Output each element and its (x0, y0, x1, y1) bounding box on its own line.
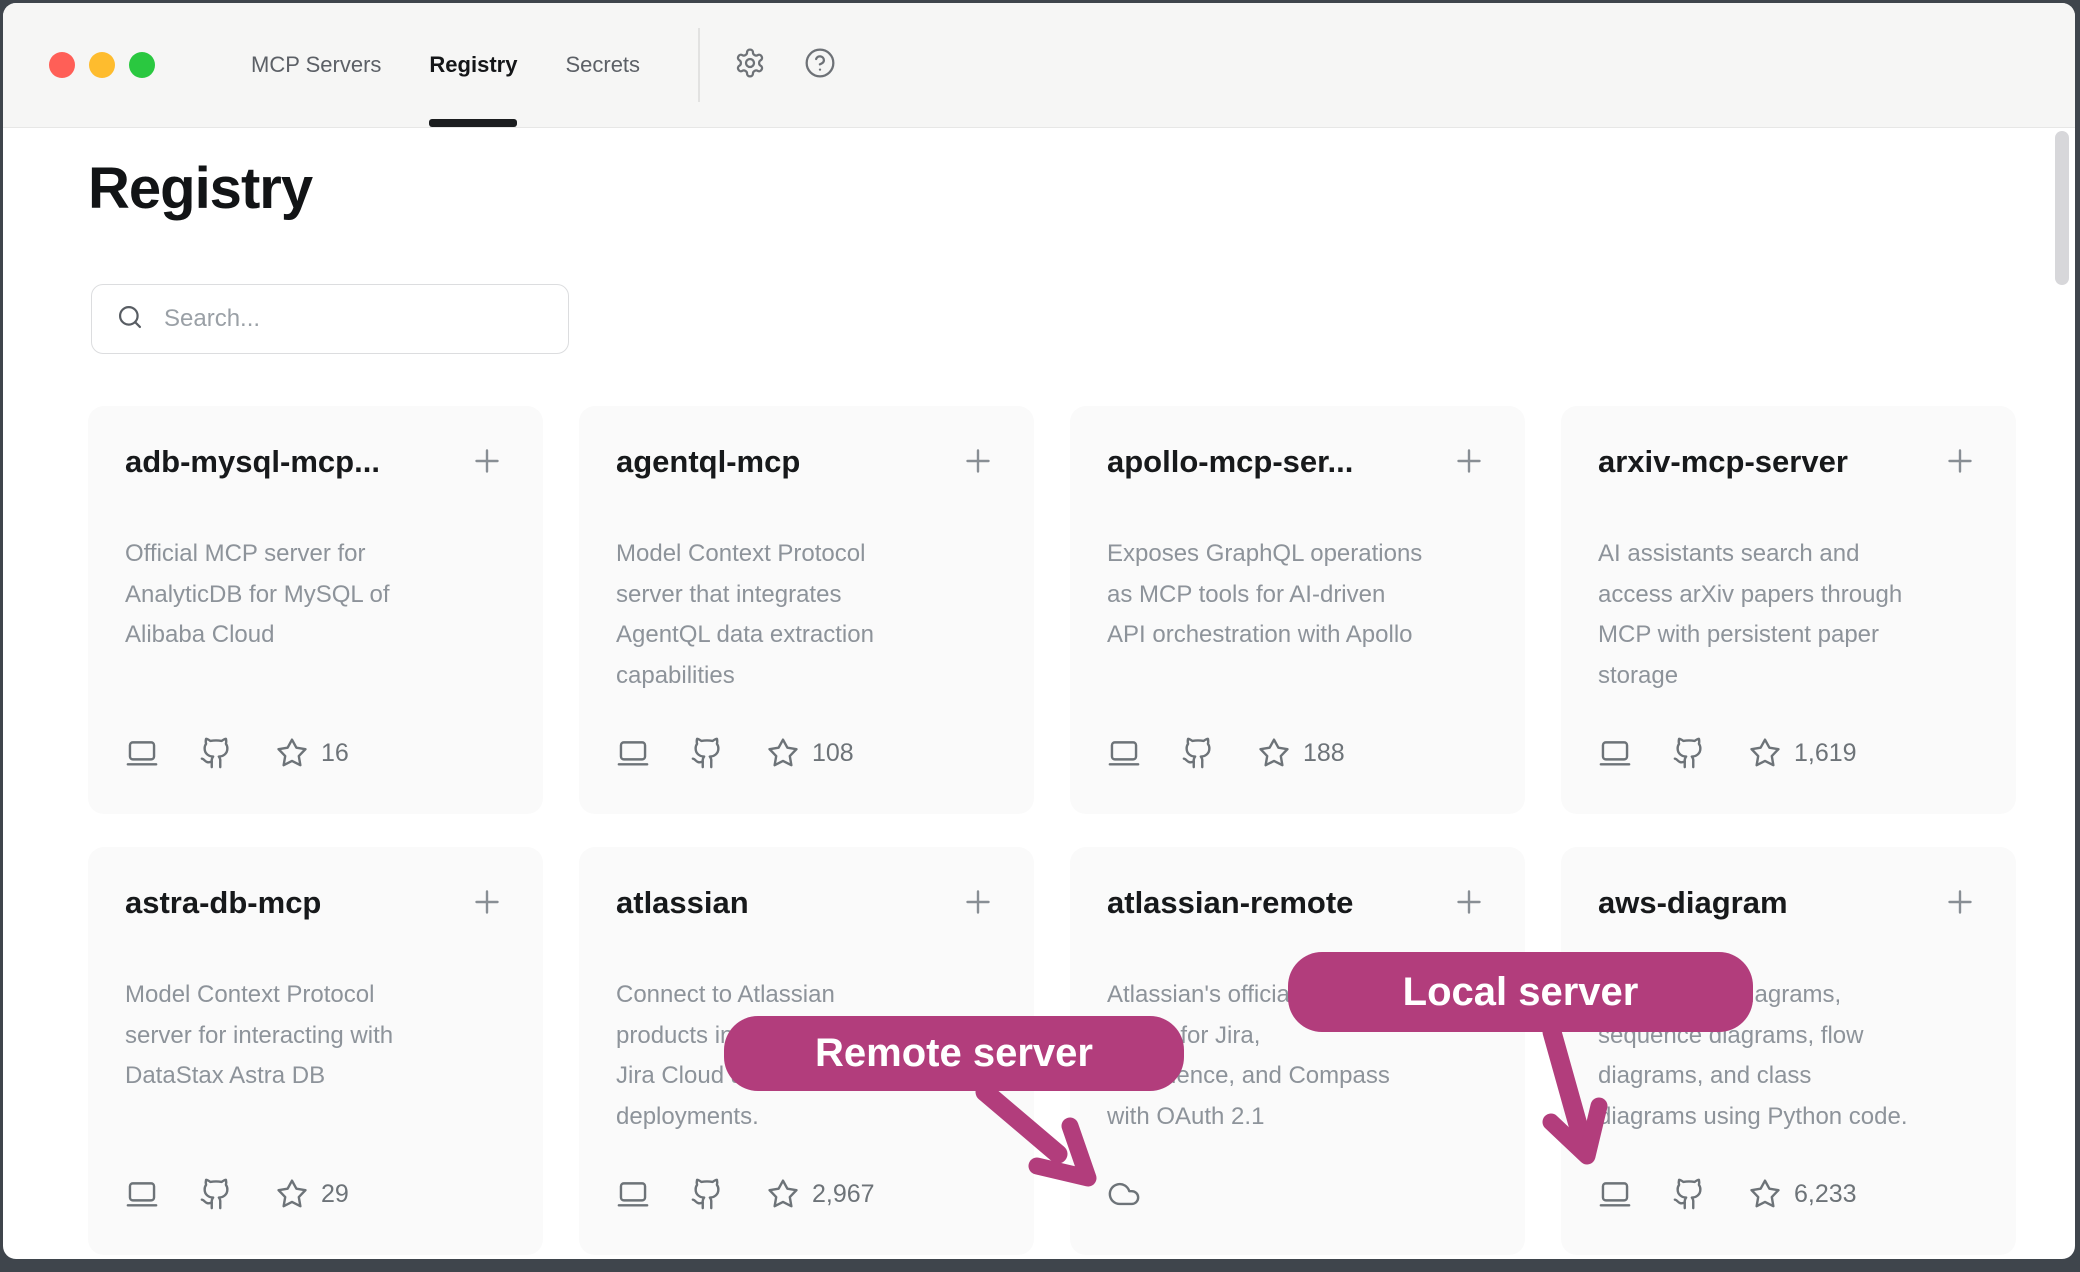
laptop-icon (1598, 1177, 1632, 1211)
server-description: AI assistants search and access arXiv pa… (1598, 534, 1979, 696)
plus-icon (1451, 884, 1487, 925)
laptop-icon (1598, 736, 1632, 770)
star-icon (766, 736, 800, 770)
star-count: 108 (812, 739, 854, 768)
server-card[interactable]: astra-db-mcp Model Context Protocol serv… (88, 847, 543, 1255)
server-name: agentql-mcp (616, 442, 800, 482)
star-icon (1748, 1177, 1782, 1211)
server-card[interactable]: arxiv-mcp-server AI assistants search an… (1561, 406, 2016, 814)
vertical-scrollbar[interactable] (2055, 131, 2069, 285)
add-server-button[interactable] (959, 885, 997, 923)
star-icon (1257, 736, 1291, 770)
server-card[interactable]: aws-diagram Create AWS diagrams, sequenc… (1561, 847, 2016, 1255)
server-description: Model Context Protocol server for intera… (125, 975, 506, 1097)
traffic-lights (49, 52, 155, 78)
add-server-button[interactable] (1450, 885, 1488, 923)
star-icon (766, 1177, 800, 1211)
titlebar-actions (734, 49, 836, 81)
server-name: atlassian (616, 883, 749, 923)
plus-icon (960, 884, 996, 925)
plus-icon (1942, 884, 1978, 925)
laptop-icon (616, 736, 650, 770)
plus-icon (469, 884, 505, 925)
server-name: atlassian-remote (1107, 883, 1353, 923)
github-icon (1672, 736, 1706, 770)
star-icon (1748, 736, 1782, 770)
add-server-button[interactable] (468, 885, 506, 923)
tab-mcp-servers[interactable]: MCP Servers (251, 3, 381, 127)
titlebar: MCP Servers Registry Secrets (3, 3, 2075, 128)
page-title: Registry (88, 155, 312, 222)
star-count: 16 (321, 739, 349, 768)
plus-icon (469, 443, 505, 484)
server-description: Official MCP server for AnalyticDB for M… (125, 534, 506, 656)
minimize-button[interactable] (89, 52, 115, 78)
star-count: 2,967 (812, 1180, 875, 1209)
laptop-icon (125, 1177, 159, 1211)
plus-icon (960, 443, 996, 484)
add-server-button[interactable] (1450, 444, 1488, 482)
tab-secrets[interactable]: Secrets (565, 3, 640, 127)
remote-server-callout: Remote server (724, 1016, 1184, 1091)
star-count: 188 (1303, 739, 1345, 768)
server-card[interactable]: apollo-mcp-ser... Exposes GraphQL operat… (1070, 406, 1525, 814)
search-box (91, 284, 569, 354)
star-count: 6,233 (1794, 1180, 1857, 1209)
help-button[interactable] (804, 49, 836, 81)
add-server-button[interactable] (1941, 885, 1979, 923)
star-count: 1,619 (1794, 739, 1857, 768)
server-name: arxiv-mcp-server (1598, 442, 1848, 482)
add-server-button[interactable] (468, 444, 506, 482)
close-button[interactable] (49, 52, 75, 78)
github-icon (1181, 736, 1215, 770)
server-description: Model Context Protocol server that integ… (616, 534, 997, 696)
settings-button[interactable] (734, 49, 766, 81)
server-card[interactable]: agentql-mcp Model Context Protocol serve… (579, 406, 1034, 814)
server-name: astra-db-mcp (125, 883, 321, 923)
local-server-callout: Local server (1288, 952, 1753, 1032)
help-icon (804, 47, 836, 84)
github-icon (690, 1177, 724, 1211)
search-input[interactable] (162, 304, 568, 334)
server-name: apollo-mcp-ser... (1107, 442, 1353, 482)
server-card-grid: adb-mysql-mcp... Official MCP server for… (88, 406, 2016, 1255)
github-icon (1672, 1177, 1706, 1211)
star-icon (275, 736, 309, 770)
server-name: adb-mysql-mcp... (125, 442, 380, 482)
laptop-icon (125, 736, 159, 770)
laptop-icon (1107, 736, 1141, 770)
server-description: Exposes GraphQL operations as MCP tools … (1107, 534, 1488, 656)
search-icon (116, 303, 144, 336)
github-icon (199, 1177, 233, 1211)
cloud-icon (1107, 1177, 1141, 1211)
server-name: aws-diagram (1598, 883, 1788, 923)
star-icon (275, 1177, 309, 1211)
zoom-button[interactable] (129, 52, 155, 78)
github-icon (690, 736, 724, 770)
add-server-button[interactable] (1941, 444, 1979, 482)
gear-icon (734, 47, 766, 84)
server-card[interactable]: adb-mysql-mcp... Official MCP server for… (88, 406, 543, 814)
plus-icon (1942, 443, 1978, 484)
titlebar-divider (698, 28, 700, 102)
tab-bar: MCP Servers Registry Secrets (251, 3, 640, 127)
add-server-button[interactable] (959, 444, 997, 482)
tab-registry[interactable]: Registry (429, 3, 517, 127)
star-count: 29 (321, 1180, 349, 1209)
github-icon (199, 736, 233, 770)
plus-icon (1451, 443, 1487, 484)
laptop-icon (616, 1177, 650, 1211)
